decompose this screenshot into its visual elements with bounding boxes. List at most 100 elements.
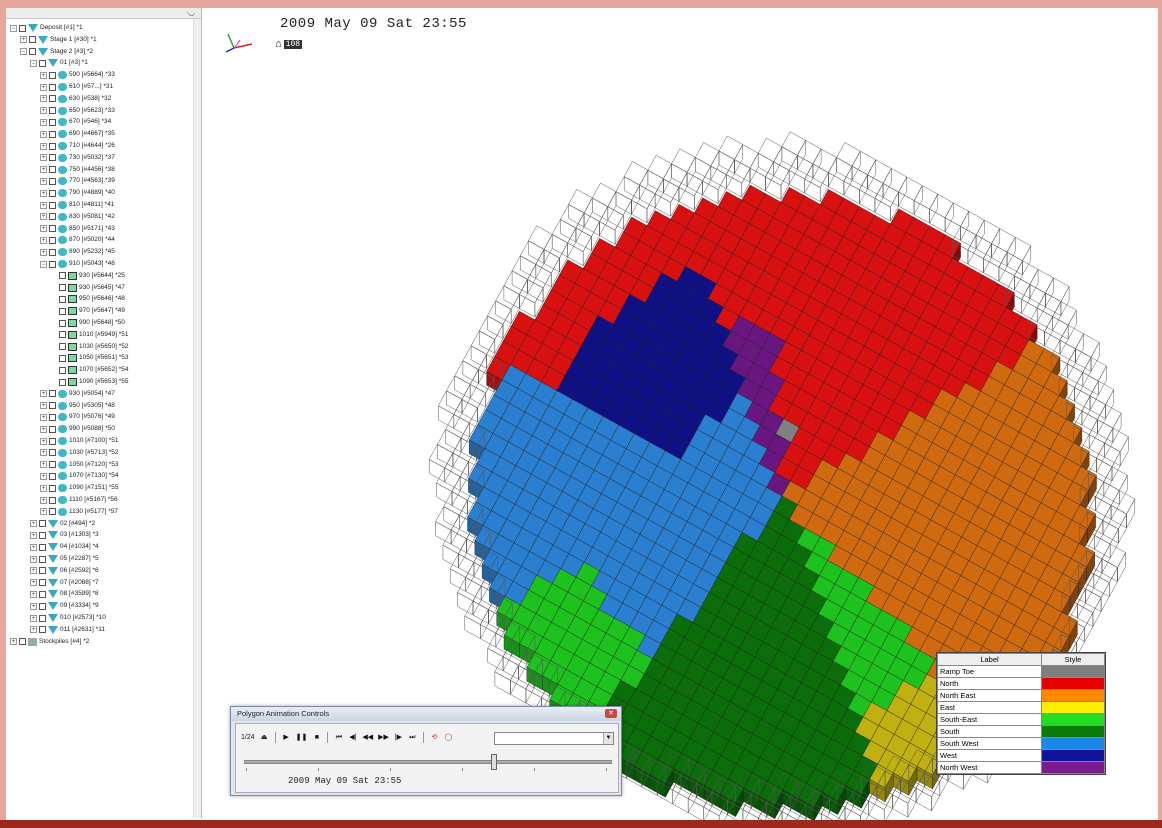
visibility-checkbox[interactable] <box>49 154 56 162</box>
tree-node[interactable]: +02 [#494] *2 <box>30 519 95 529</box>
tree-node[interactable]: − 01 [#3] *1 <box>30 58 88 68</box>
tree-node[interactable]: 1070 [#5652] *54 <box>50 365 129 375</box>
expand-icon[interactable]: + <box>30 602 37 610</box>
tree-node[interactable]: +990 [#5088] *50 <box>40 424 115 434</box>
tree-node[interactable]: 950 [#5646] *48 <box>50 294 125 304</box>
pause-icon[interactable]: ❚❚ <box>295 731 309 744</box>
tree-node[interactable]: 990 [#5648] *50 <box>50 318 125 328</box>
last-frame-icon[interactable]: ⏭ <box>407 731 418 744</box>
visibility-checkbox[interactable] <box>39 626 46 634</box>
tree-node[interactable]: +950 [#5305] *48 <box>40 401 115 411</box>
tree-node[interactable]: 1050 [#5651] *53 <box>50 353 129 363</box>
tree-node[interactable]: +930 [#5054] *47 <box>40 389 115 399</box>
tree-scrollbar[interactable] <box>193 19 201 818</box>
tree-node[interactable]: 1030 [#5650] *52 <box>50 342 129 352</box>
tree-node[interactable]: 930 [#5644] *25 <box>50 271 125 281</box>
visibility-checkbox[interactable] <box>39 531 46 539</box>
expand-icon[interactable]: + <box>40 201 47 209</box>
fast-forward-icon[interactable]: ▶▶ <box>377 731 390 744</box>
tree-node[interactable]: − 910 [#5043] *46 <box>40 259 115 269</box>
expand-icon[interactable]: + <box>30 555 37 563</box>
expand-icon[interactable]: + <box>40 118 47 126</box>
first-frame-icon[interactable]: ⏮ <box>333 731 344 744</box>
polygon-animation-controls-window[interactable]: Polygon Animation Controls ✕ 1/24 ⏏ ▶ ❚❚… <box>230 706 622 796</box>
visibility-checkbox[interactable] <box>49 461 56 469</box>
tree-node[interactable]: +850 [#5171] *43 <box>40 224 115 234</box>
expand-icon[interactable]: + <box>40 154 47 162</box>
tree-node[interactable]: − Stage 2 [#3] *2 <box>20 47 93 57</box>
expand-icon[interactable]: + <box>40 130 47 138</box>
expand-icon[interactable]: + <box>40 449 47 457</box>
visibility-checkbox[interactable] <box>49 260 56 268</box>
visibility-checkbox[interactable] <box>49 118 56 126</box>
visibility-checkbox[interactable] <box>59 272 66 280</box>
expand-icon[interactable]: + <box>40 107 47 115</box>
tree-node[interactable]: +1090 [#7151] *55 <box>40 483 119 493</box>
expand-icon[interactable]: + <box>40 248 47 256</box>
chevron-down-icon[interactable]: ▼ <box>603 733 613 744</box>
tree-node[interactable]: +870 [#5020] *44 <box>40 235 115 245</box>
visibility-checkbox[interactable] <box>59 319 66 327</box>
visibility-checkbox[interactable] <box>59 331 66 339</box>
speed-button[interactable]: 1/24 <box>240 731 256 744</box>
tree-node[interactable]: +010 [#2573] *10 <box>30 613 106 623</box>
tree-node[interactable]: +011 [#2631] *11 <box>30 625 105 635</box>
visibility-checkbox[interactable] <box>49 189 56 197</box>
visibility-checkbox[interactable] <box>49 95 56 103</box>
timeline-slider-thumb[interactable] <box>490 754 497 770</box>
visibility-checkbox[interactable] <box>19 638 26 646</box>
animation-window-title[interactable]: Polygon Animation Controls ✕ <box>231 707 621 721</box>
expand-icon[interactable]: + <box>40 508 47 516</box>
tree-node[interactable]: +630 [#538] *32 <box>40 94 111 104</box>
expand-icon[interactable]: + <box>40 166 47 174</box>
expand-icon[interactable]: + <box>20 36 27 44</box>
tree-node[interactable]: + Stage 1 [#30] *1 <box>20 35 97 45</box>
visibility-checkbox[interactable] <box>59 354 66 362</box>
expand-icon[interactable]: + <box>40 484 47 492</box>
visibility-checkbox[interactable] <box>39 520 46 528</box>
expand-icon[interactable]: + <box>30 579 37 587</box>
expand-icon[interactable]: + <box>40 142 47 150</box>
collapse-icon[interactable]: − <box>30 59 37 67</box>
tree-node[interactable]: 970 [#5647] *49 <box>50 306 125 316</box>
expand-icon[interactable]: + <box>40 177 47 185</box>
animation-dropdown[interactable]: ▼ <box>494 732 614 745</box>
expand-icon[interactable]: + <box>40 413 47 421</box>
expand-icon[interactable]: + <box>40 425 47 433</box>
visibility-checkbox[interactable] <box>49 130 56 138</box>
step-back-icon[interactable]: ◀| <box>347 731 358 744</box>
tree-node[interactable]: +650 [#5623] *33 <box>40 106 115 116</box>
visibility-checkbox[interactable] <box>49 177 56 185</box>
tree-node[interactable]: +1130 [#5177] *57 <box>40 507 118 517</box>
tree-node[interactable]: +06 [#2592] *6 <box>30 566 99 576</box>
tree-node[interactable]: +08 [#3599] *8 <box>30 589 99 599</box>
visibility-checkbox[interactable] <box>19 24 26 32</box>
expand-icon[interactable]: + <box>30 531 37 539</box>
visibility-checkbox[interactable] <box>49 225 56 233</box>
visibility-checkbox[interactable] <box>39 590 46 598</box>
tree-list[interactable]: − Deposit [#1] *1 + Stage 1 [#30] *1 − Stage … <box>6 19 201 818</box>
tree-node[interactable]: +730 [#5032] *37 <box>40 153 115 163</box>
visibility-checkbox[interactable] <box>29 36 36 44</box>
visibility-checkbox[interactable] <box>49 390 56 398</box>
tree-node[interactable]: +890 [#5232] *45 <box>40 247 115 257</box>
tree-node[interactable]: +770 [#4563] *39 <box>40 176 115 186</box>
visibility-checkbox[interactable] <box>49 402 56 410</box>
expand-icon[interactable]: + <box>40 402 47 410</box>
collapse-icon[interactable]: − <box>40 260 47 268</box>
tree-node[interactable]: − Deposit [#1] *1 <box>10 23 83 33</box>
tree-node[interactable]: 1010 [#5949] *51 <box>50 330 129 340</box>
visibility-checkbox[interactable] <box>49 437 56 445</box>
pin-icon[interactable]: ᐧ◡ <box>186 8 195 18</box>
expand-icon[interactable]: + <box>40 189 47 197</box>
expand-icon[interactable]: + <box>40 437 47 445</box>
close-button[interactable]: ✕ <box>605 709 617 718</box>
tree-node[interactable]: +710 [#4644] *26 <box>40 141 115 151</box>
collapse-icon[interactable]: − <box>10 24 17 32</box>
expand-icon[interactable]: + <box>40 461 47 469</box>
visibility-checkbox[interactable] <box>49 71 56 79</box>
expand-icon[interactable]: + <box>40 213 47 221</box>
tree-node[interactable]: +690 [#4667] *35 <box>40 129 115 139</box>
visibility-checkbox[interactable] <box>49 425 56 433</box>
rewind-icon[interactable]: ◀◀ <box>361 731 374 744</box>
